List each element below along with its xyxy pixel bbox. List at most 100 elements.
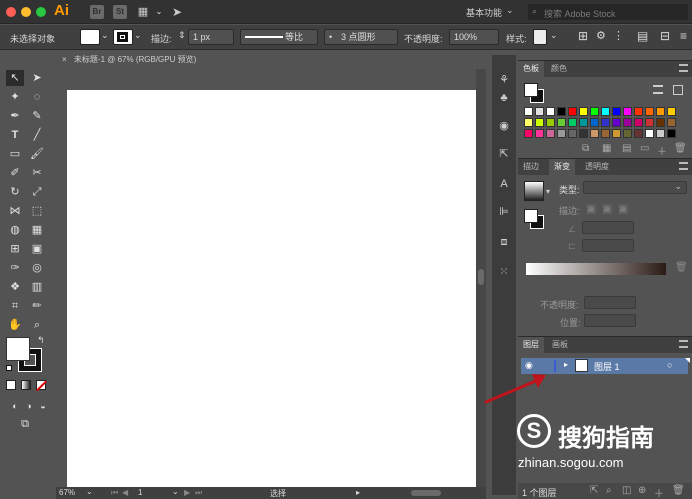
swatch-chip[interactable] — [557, 129, 566, 138]
swatch-libraries-icon[interactable]: ⧉ — [582, 143, 589, 154]
zoom-level[interactable]: 67% — [59, 488, 75, 497]
close-window-button[interactable] — [6, 7, 16, 17]
preferences-icon[interactable]: ⚙ — [596, 29, 606, 42]
tab-layers[interactable]: 图层 — [518, 337, 544, 353]
position-input[interactable] — [584, 314, 636, 327]
swatch-chip[interactable] — [623, 129, 632, 138]
tab-color[interactable]: 颜色 — [546, 61, 572, 77]
swatch-chip[interactable] — [612, 129, 621, 138]
pen-tool-icon[interactable]: ✒ — [6, 108, 24, 124]
swatch-chip[interactable] — [601, 107, 610, 116]
show-kinds-icon[interactable]: ▦ — [602, 143, 611, 154]
artboard[interactable] — [67, 90, 476, 487]
angle-input[interactable] — [582, 221, 634, 234]
style-swatch[interactable] — [533, 29, 547, 45]
swatch-chip[interactable] — [667, 118, 676, 127]
chevron-down-icon[interactable]: ⌄ — [86, 487, 93, 496]
swatch-chip[interactable] — [612, 107, 621, 116]
swatch-chip[interactable] — [579, 129, 588, 138]
horizontal-scroll-thumb[interactable] — [411, 490, 441, 496]
tab-transparency[interactable]: 透明度 — [580, 159, 614, 175]
minimize-window-button[interactable] — [21, 7, 31, 17]
stroke-within-icon[interactable]: ▣ — [586, 202, 596, 215]
rotate-tool-icon[interactable]: ↻ — [6, 184, 24, 200]
swatch-chip[interactable] — [667, 129, 676, 138]
blend-tool-icon[interactable]: ◎ — [28, 260, 46, 276]
stroke-color-swatch[interactable] — [113, 29, 133, 45]
eyedropper-tool-icon[interactable]: ✑ — [6, 260, 24, 276]
workspace-switcher[interactable]: 基本功能 — [466, 6, 502, 19]
brushes-icon[interactable]: ⚘ — [497, 73, 511, 87]
gradient-tool-icon[interactable]: ▣ — [28, 241, 46, 257]
arrange-documents-icon[interactable]: ▦ — [136, 5, 150, 19]
chevron-down-icon[interactable]: ▾ — [546, 187, 550, 196]
gradient-thumbnail[interactable] — [524, 181, 544, 201]
tab-swatches[interactable]: 色板 — [518, 61, 544, 77]
swatch-chip[interactable] — [623, 107, 632, 116]
shaper-tool-icon[interactable]: ✐ — [6, 165, 24, 181]
color-mode-icon[interactable] — [6, 380, 16, 390]
tab-gradient[interactable]: 渐变 — [549, 159, 575, 175]
align-panel-icon[interactable]: ⊫ — [497, 205, 511, 219]
prev-page-icon[interactable]: ◀ — [122, 488, 128, 497]
swap-colors-icon[interactable]: ↰ — [37, 335, 45, 346]
direct-selection-tool-icon[interactable]: ➤ — [28, 70, 46, 86]
perspective-grid-tool-icon[interactable]: ▦ — [28, 222, 46, 238]
swatch-chip[interactable] — [579, 107, 588, 116]
tab-stroke[interactable]: 描边 — [518, 159, 544, 175]
character-icon[interactable]: A — [497, 177, 511, 191]
search-icon[interactable]: ⌕ — [606, 485, 612, 496]
chevron-down-icon[interactable]: ⌄ — [152, 5, 166, 19]
chevron-down-icon[interactable]: ⌄ — [101, 30, 109, 41]
new-group-icon[interactable]: ▭ — [640, 143, 649, 154]
swatch-chip[interactable] — [634, 118, 643, 127]
menu-icon[interactable] — [679, 340, 688, 348]
swatch-chip[interactable] — [590, 129, 599, 138]
last-page-icon[interactable]: ⏭ — [195, 488, 202, 498]
swatch-chip[interactable] — [535, 129, 544, 138]
doc-setup-icon[interactable]: ⊞ — [578, 29, 588, 43]
fill-swatch[interactable] — [524, 83, 538, 97]
swatch-chip[interactable] — [612, 118, 621, 127]
stroke-stepper-icon[interactable]: ⇕ — [178, 30, 186, 41]
screen-mode-icon[interactable]: ⧉ — [16, 416, 34, 432]
swatch-chip[interactable] — [645, 107, 654, 116]
next-page-icon[interactable]: ▶ — [184, 488, 190, 497]
none-mode-icon[interactable] — [36, 380, 47, 392]
swatch-chip[interactable] — [546, 107, 555, 116]
aspect-ratio-input[interactable] — [582, 239, 634, 252]
scissors-tool-icon[interactable]: ✂ — [28, 165, 46, 181]
vertical-scrollbar[interactable] — [476, 69, 486, 487]
swatch-chip[interactable] — [568, 129, 577, 138]
fill-swatch[interactable] — [6, 337, 30, 361]
swatch-chip[interactable] — [568, 118, 577, 127]
gradient-type-select[interactable]: ⌄ — [583, 181, 687, 194]
swatch-chip[interactable] — [634, 129, 643, 138]
swatch-chip[interactable] — [601, 118, 610, 127]
page-number[interactable]: 1 — [138, 488, 142, 497]
clip-mask-icon[interactable]: ◫ — [622, 485, 631, 496]
trash-icon[interactable]: 🗑 — [675, 262, 688, 273]
menu-icon[interactable] — [679, 162, 688, 170]
selection-tool-icon[interactable]: ↖ — [6, 70, 24, 86]
stroke-along-icon[interactable]: ▣ — [602, 202, 612, 215]
swatch-chip[interactable] — [535, 118, 544, 127]
curvature-tool-icon[interactable]: ✎ — [28, 108, 46, 124]
swatch-chip[interactable] — [524, 107, 533, 116]
chevron-down-icon[interactable]: ⌄ — [506, 5, 514, 16]
stock-icon[interactable]: St — [113, 5, 127, 19]
scroll-thumb[interactable] — [478, 269, 484, 285]
pathfinder-icon[interactable]: ⧈ — [497, 235, 511, 249]
chevron-down-icon[interactable]: ⌄ — [172, 487, 179, 496]
gradient-opacity-input[interactable] — [584, 296, 636, 309]
expand-icon[interactable]: ▸ — [564, 360, 568, 369]
swatch-chip[interactable] — [623, 118, 632, 127]
swatch-chip[interactable] — [645, 129, 654, 138]
menu-icon[interactable] — [679, 64, 688, 72]
paintbrush-tool-icon[interactable]: 🖌 — [28, 146, 46, 162]
new-swatch-icon[interactable]: ＋ — [657, 143, 667, 158]
tab-artboards[interactable]: 画板 — [547, 337, 573, 353]
magic-wand-tool-icon[interactable]: ✦ — [6, 89, 24, 105]
rectangle-tool-icon[interactable]: ▭ — [6, 146, 24, 162]
swatch-chip[interactable] — [557, 118, 566, 127]
